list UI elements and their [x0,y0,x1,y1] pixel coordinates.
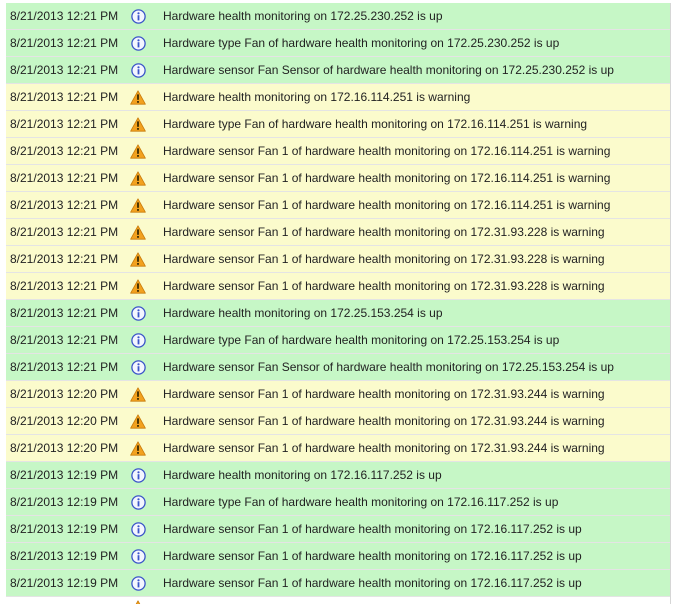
event-message: Hardware sensor Fan 1 of hardware health… [163,414,605,428]
info-icon [130,305,146,321]
event-time: 8/21/2013 12:19 PM [10,522,119,536]
info-icon [130,575,146,591]
event-message: Hardware type Fan of hardware health mon… [163,495,559,509]
event-row[interactable]: 8/21/2013 12:21 PM Hardware health monito… [6,300,670,327]
event-row[interactable]: 8/21/2013 12:21 PM Hardware sensor Fan 1 … [6,219,670,246]
info-icon [130,548,146,564]
event-message: Hardware type Fan of hardware health mon… [163,36,560,50]
list-right-border [670,3,671,604]
warning-icon [130,386,146,402]
event-time: 8/21/2013 12:21 PM [10,279,119,293]
event-time: 8/21/2013 12:21 PM [10,252,119,266]
event-row[interactable]: 8/21/2013 12:21 PM Hardware type Fan of h… [6,30,670,57]
info-icon [130,467,146,483]
event-message: Hardware sensor Fan 1 of hardware health… [163,252,605,266]
warning-icon [130,599,146,604]
event-row[interactable]: 8/21/2013 12:21 PM Hardware sensor Fan 1 … [6,273,670,300]
warning-icon [130,143,146,159]
event-time: 8/21/2013 12:19 PM [10,468,119,482]
event-message: Hardware sensor Fan 1 of hardware health… [163,387,605,401]
event-row[interactable]: 8/21/2013 12:19 PM Hardware type Fan of h… [6,489,670,516]
event-time: 8/21/2013 12:21 PM [10,90,119,104]
event-row[interactable]: 8/21/2013 12:21 PM Hardware sensor Fan 1 … [6,246,670,273]
event-row[interactable]: 8/21/2013 12:21 PM Hardware sensor Fan 1 … [6,192,670,219]
event-row[interactable]: 8/21/2013 12:19 PM Hardware health monito… [6,462,670,489]
event-time: 8/21/2013 12:21 PM [10,225,119,239]
info-icon [130,8,146,24]
event-time: 8/21/2013 12:20 PM [10,441,119,455]
event-row[interactable]: 8/21/2013 12:21 PM Hardware health monito… [6,3,670,30]
event-message: Hardware sensor Fan 1 of hardware health… [163,522,582,536]
info-icon [130,35,146,51]
event-message: Hardware sensor Fan 1 of hardware health… [163,576,582,590]
event-message: Hardware sensor Fan 1 of hardware health… [163,279,605,293]
warning-icon [130,224,146,240]
event-row[interactable]: 8/21/2013 12:21 PM Hardware type Fan of h… [6,327,670,354]
info-icon [130,494,146,510]
event-row[interactable]: 8/21/2013 12:21 PM Hardware sensor Fan 1 … [6,138,670,165]
event-time: 8/21/2013 12:21 PM [10,9,119,23]
warning-icon [130,440,146,456]
warning-icon [130,170,146,186]
warning-icon [130,278,146,294]
info-icon [130,62,146,78]
event-message: Hardware health monitoring on 172.25.153… [163,306,443,320]
event-message: Hardware sensor Fan 1 of hardware health… [163,171,611,185]
event-time: 8/21/2013 12:19 PM [10,495,119,509]
event-message: Hardware sensor Fan 1 of hardware health… [163,144,611,158]
event-time: 8/21/2013 12:21 PM [10,198,119,212]
event-time: 8/21/2013 12:20 PM [10,414,119,428]
event-row[interactable]: 8/21/2013 12:20 PM Hardware sensor Fan 1 … [6,381,670,408]
event-time: 8/21/2013 12:19 PM [10,576,119,590]
event-message: Hardware health monitoring on 172.25.230… [163,9,443,23]
warning-icon [130,197,146,213]
event-time: 8/21/2013 12:21 PM [10,306,119,320]
event-time: 8/21/2013 12:21 PM [10,36,119,50]
event-list: 8/21/2013 12:21 PM Hardware health monito… [6,3,670,604]
event-time: 8/21/2013 12:20 PM [10,387,119,401]
event-message: Hardware sensor Fan 1 of hardware health… [163,441,605,455]
event-time: 8/21/2013 12:21 PM [10,171,119,185]
info-icon [130,332,146,348]
event-message: Hardware sensor Fan 1 of hardware health… [163,225,605,239]
event-row[interactable]: 8/21/2013 12:19 PM Hardware sensor Fan 1 … [6,516,670,543]
event-row[interactable]: 8/21/2013 12:19 PM Hardware sensor Fan 1 … [6,570,670,597]
event-row[interactable]: 8/21/2013 12:21 PM Hardware sensor Fan Se… [6,57,670,84]
event-message: Hardware type Fan of hardware health mon… [163,333,560,347]
event-message: Hardware health monitoring on 172.16.114… [163,90,471,104]
event-time: 8/21/2013 12:19 PM [10,549,119,563]
warning-icon [130,89,146,105]
warning-icon [130,251,146,267]
event-message: Hardware type Fan of hardware health mon… [163,117,588,131]
event-row[interactable]: 8/21/2013 12:21 PM Hardware type Fan of h… [6,111,670,138]
event-row[interactable]: 8/21/2013 12:20 PM Hardware sensor Fan 1 … [6,435,670,462]
info-icon [130,521,146,537]
warning-icon [130,413,146,429]
event-time: 8/21/2013 12:21 PM [10,333,119,347]
event-row[interactable]: 8/21/2013 12:21 PM Hardware sensor Fan Se… [6,354,670,381]
event-row[interactable]: 8/21/2013 12:19 PM Hardware sensor Fan 1 … [6,543,670,570]
event-row[interactable]: 8/21/2013 12:21 PM Hardware health monito… [6,84,670,111]
event-time: 8/21/2013 12:21 PM [10,360,119,374]
event-message: Hardware sensor Fan 1 of hardware health… [163,198,611,212]
event-message: Hardware sensor Fan Sensor of hardware h… [163,63,614,77]
event-time: 8/21/2013 12:21 PM [10,63,119,77]
info-icon [130,359,146,375]
event-time: 8/21/2013 12:21 PM [10,117,119,131]
warning-icon [130,116,146,132]
event-row-partial[interactable] [6,597,670,604]
event-message: Hardware sensor Fan Sensor of hardware h… [163,360,614,374]
event-message: Hardware health monitoring on 172.16.117… [163,468,442,482]
event-time: 8/21/2013 12:21 PM [10,144,119,158]
event-message: Hardware sensor Fan 1 of hardware health… [163,549,582,563]
event-row[interactable]: 8/21/2013 12:21 PM Hardware sensor Fan 1 … [6,165,670,192]
event-row[interactable]: 8/21/2013 12:20 PM Hardware sensor Fan 1 … [6,408,670,435]
